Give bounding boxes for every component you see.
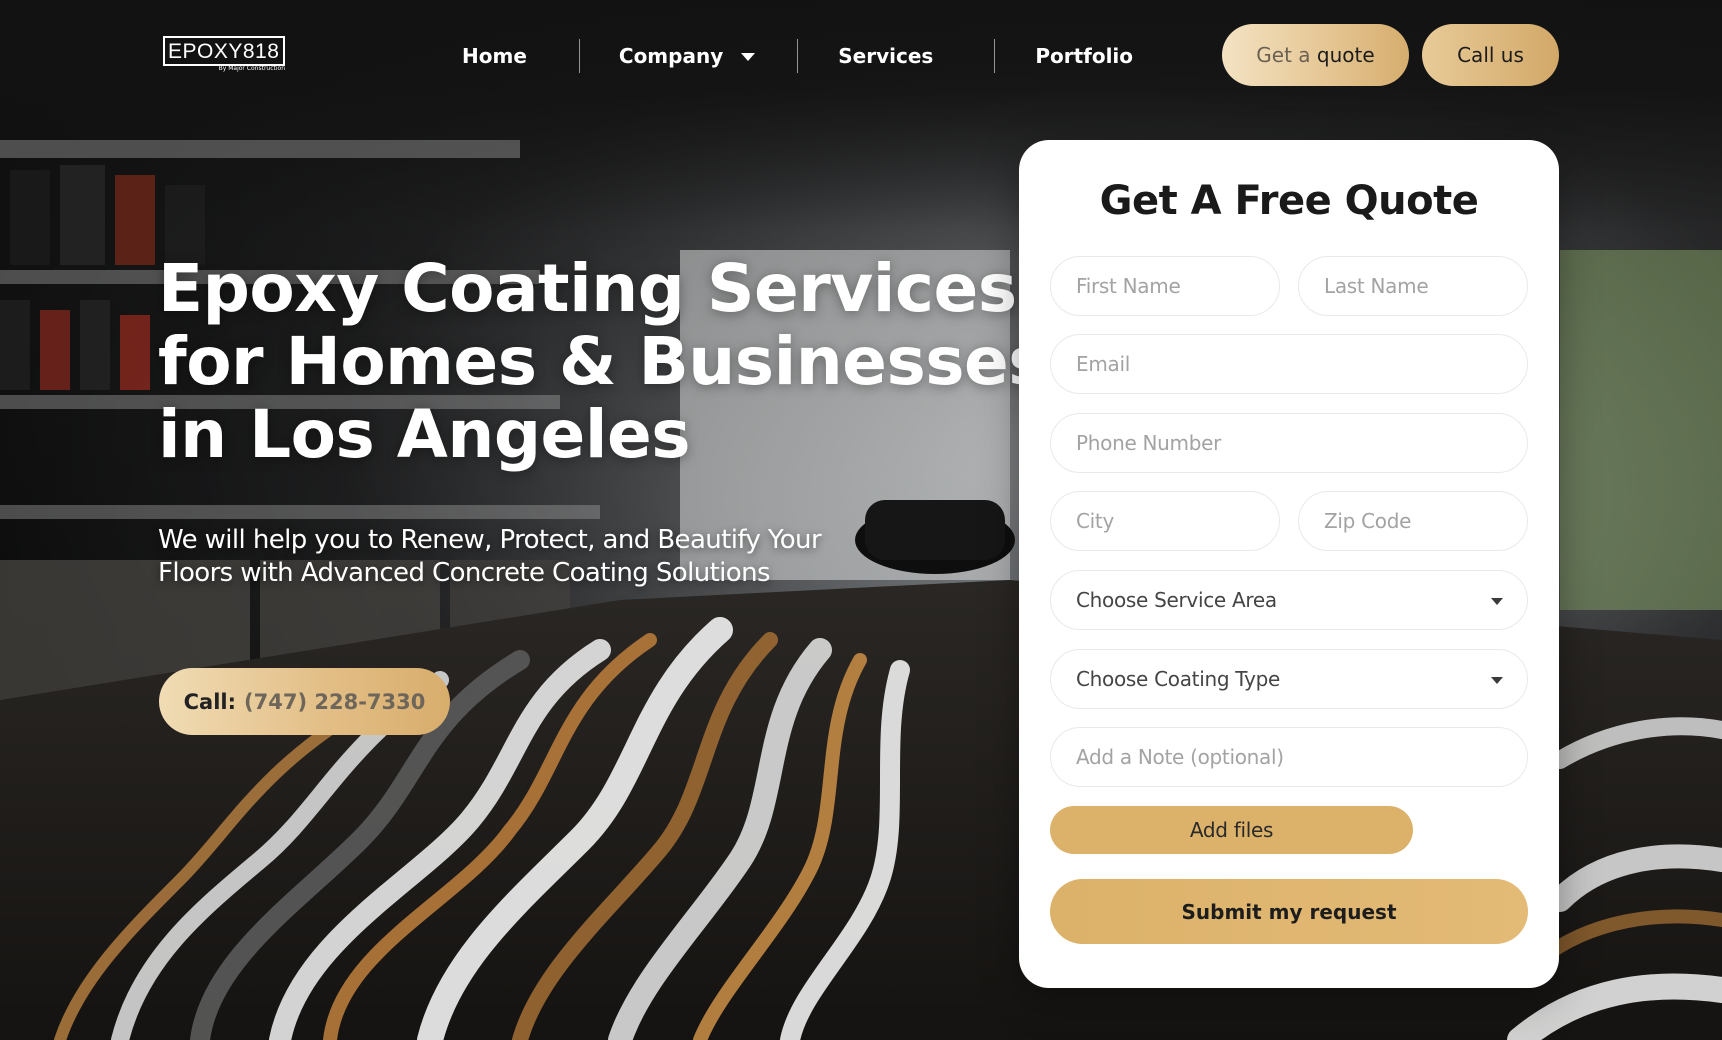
logo-tagline: By Major Construction: [218, 65, 285, 72]
logo-wordmark: EPOXY818: [163, 36, 285, 66]
phone-number: (747) 228-7330: [244, 689, 426, 714]
submit-request-button[interactable]: Submit my request: [1050, 879, 1528, 944]
add-files-button[interactable]: Add files: [1050, 806, 1413, 854]
hero-title-line: Epoxy Coating Services: [158, 250, 1017, 327]
city-field[interactable]: [1050, 491, 1280, 551]
dropdown-arrow-icon: [1491, 677, 1503, 684]
hero-title-line: in Los Angeles: [158, 396, 691, 473]
hero-subtitle: We will help you to Renew, Protect, and …: [158, 524, 878, 590]
coating-type-select[interactable]: Choose Coating Type: [1050, 649, 1528, 709]
nav-company[interactable]: Company: [580, 44, 797, 68]
last-name-field[interactable]: [1298, 256, 1528, 316]
coating-type-value: Choose Coating Type: [1076, 667, 1281, 691]
nav-portfolio[interactable]: Portfolio: [995, 44, 1133, 68]
hero-title-line: for Homes & Businesses: [158, 323, 1048, 400]
hero-subtitle-line: Floors with Advanced Concrete Coating So…: [158, 558, 771, 588]
service-area-value: Choose Service Area: [1076, 588, 1277, 612]
brand-logo[interactable]: EPOXY818 By Major Construction: [163, 36, 285, 74]
zip-code-field[interactable]: [1298, 491, 1528, 551]
email-field[interactable]: [1050, 334, 1528, 394]
phone-number-field[interactable]: [1050, 413, 1528, 473]
chevron-down-icon: [741, 53, 756, 61]
call-phone-button[interactable]: Call: (747) 228-7330: [159, 668, 450, 735]
nav-company-label: Company: [618, 44, 724, 68]
service-area-select[interactable]: Choose Service Area: [1050, 570, 1528, 630]
nav-home[interactable]: Home: [462, 44, 579, 68]
form-title: Get A Free Quote: [1099, 178, 1479, 224]
note-field[interactable]: [1050, 727, 1528, 787]
dropdown-arrow-icon: [1491, 598, 1503, 605]
main-navigation: Home Company Services Portfolio: [462, 36, 1133, 76]
get-quote-button[interactable]: Get a quote: [1222, 24, 1409, 86]
call-us-button[interactable]: Call us: [1422, 24, 1559, 86]
call-label: Call:: [183, 689, 237, 714]
first-name-field[interactable]: [1050, 256, 1280, 316]
get-quote-label-part1: Get a: [1256, 43, 1311, 67]
get-quote-label-part2: quote: [1316, 43, 1375, 67]
free-quote-form: Get A Free Quote Choose Service Area Cho…: [1019, 140, 1559, 988]
nav-services[interactable]: Services: [798, 44, 994, 68]
hero-subtitle-line: We will help you to Renew, Protect, and …: [158, 525, 822, 555]
hero-title: Epoxy Coating Services for Homes & Busin…: [158, 250, 1048, 473]
